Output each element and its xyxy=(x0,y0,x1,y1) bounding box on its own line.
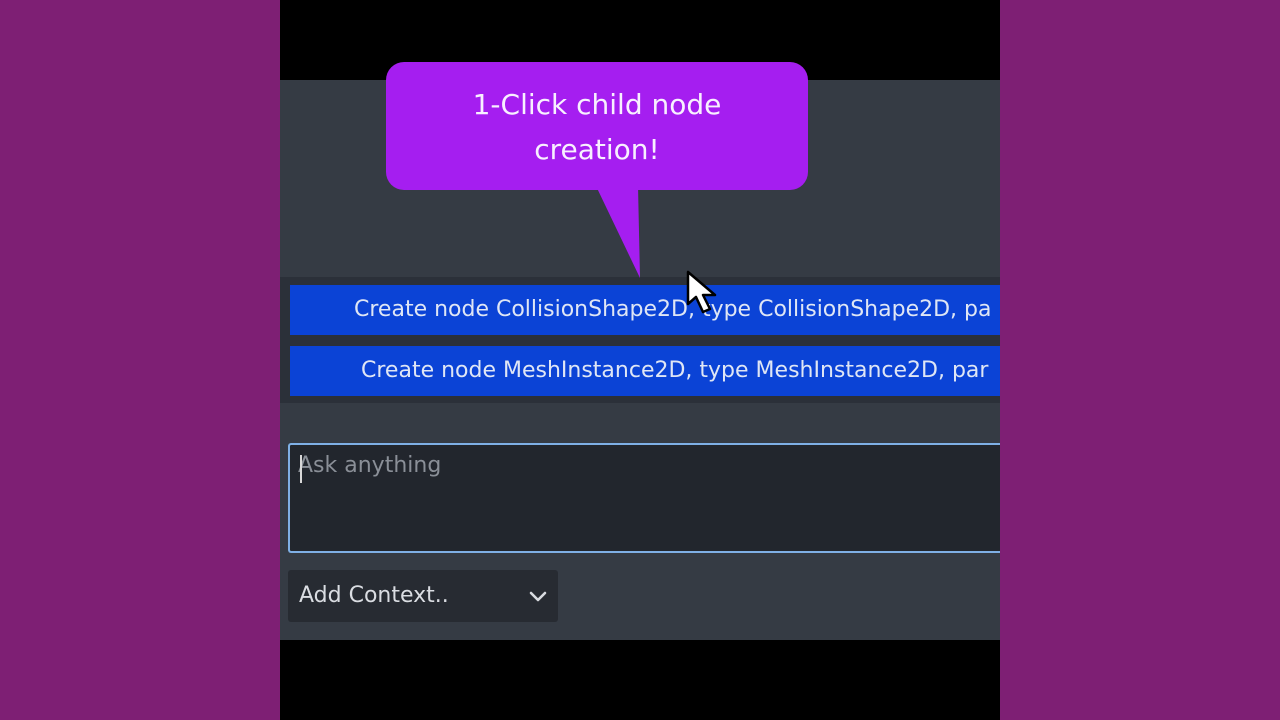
text-caret xyxy=(300,455,302,483)
suggestion-label: Create node CollisionShape2D, type Colli… xyxy=(354,297,992,322)
add-context-label: Add Context.. xyxy=(299,583,449,608)
add-context-dropdown[interactable]: Add Context.. xyxy=(288,570,558,622)
tutorial-callout: 1-Click child node creation! xyxy=(386,62,808,190)
suggestion-create-meshinstance2d-button[interactable]: Create node MeshInstance2D, type MeshIns… xyxy=(290,346,1000,396)
callout-line-2: creation! xyxy=(534,133,660,166)
video-frame: Create node CollisionShape2D, type Colli… xyxy=(280,0,1000,720)
callout-line-1: 1-Click child node xyxy=(472,88,722,121)
prompt-input[interactable] xyxy=(298,453,988,543)
suggestion-create-collisionshape2d-button[interactable]: Create node CollisionShape2D, type Colli… xyxy=(290,285,1000,335)
suggestion-label: Create node MeshInstance2D, type MeshIns… xyxy=(361,358,989,383)
mouse-cursor-icon xyxy=(686,270,717,314)
chevron-down-icon xyxy=(529,591,547,602)
callout-pointer xyxy=(596,186,640,278)
prompt-field-frame xyxy=(288,443,1000,553)
